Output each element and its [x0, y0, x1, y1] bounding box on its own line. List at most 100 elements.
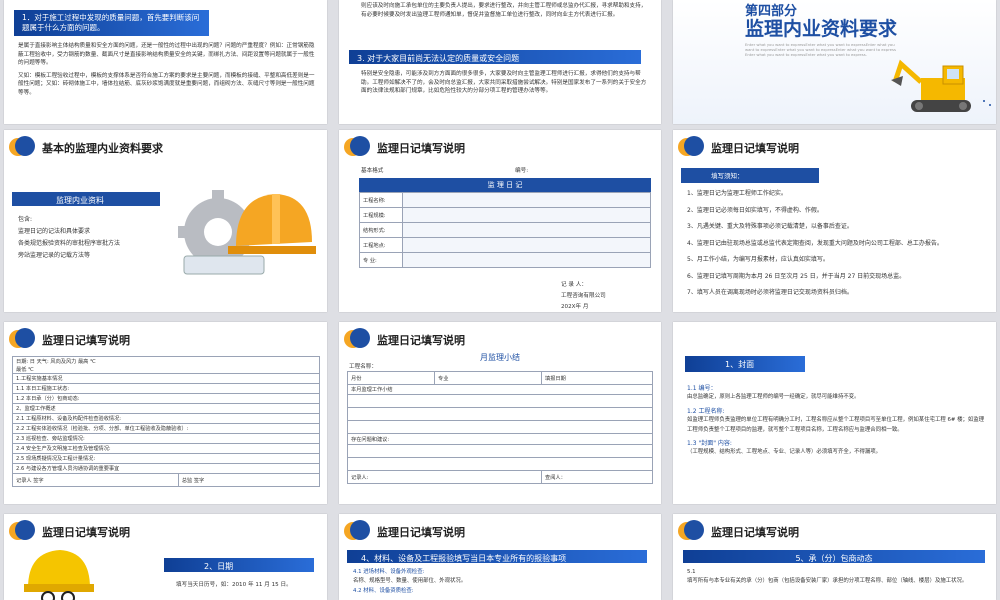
slide-thumbnail-12[interactable]: 监理日记填写说明 5、承（分）包商动态 5.1 填写所有与本专业有关的承（分）包…	[673, 514, 996, 600]
table-title: 监 理 日 记	[359, 178, 651, 192]
slide-thumbnail-7[interactable]: 监理日记填写说明 日期: 日 天气: 风向及风力 最高 ℃ 最低 ℃ 1.工程实…	[4, 322, 327, 504]
slide-heading: 1．对于施工过程中发现的质量问题，首先要判断该问题属于什么方面的问题。	[14, 10, 209, 36]
subtitle-text: Enter what you want to expressEnter what…	[745, 42, 896, 57]
list-item: 又如：模板工程验收过程中，模板的支撑体系是否符合施工方案的要求是主要问题，而模板…	[18, 72, 315, 96]
section-bar: 4、材料、设备及工程报验填写当日本专业所有的报验事项	[347, 550, 647, 563]
list-item: 6、监理日记填写周期为本月 26 日至次月 25 日，并于当月 27 日前交现场…	[687, 272, 906, 280]
slide-title: 监理日记填写说明	[377, 142, 465, 155]
list-item: 1、监理日记为监理工程师工作纪实。	[687, 190, 787, 197]
subsection-heading: 1.3 "封面" 内容:	[687, 440, 732, 448]
list-item: 旁站监理记录的记载方法等	[18, 252, 91, 259]
monthly-summary-table: 月份 专业 填报日期 本月监理工作小结 存在问题和建议: 记录人: 查阅人：	[347, 371, 653, 484]
brand-logo-icon	[344, 136, 370, 162]
table-row: 结构形式:	[359, 222, 651, 238]
notice-pill: 填写须知：	[681, 168, 819, 183]
diary-form-table: 日期: 日 天气: 风向及风力 最高 ℃ 最低 ℃ 1.工程实施基本情况 1.1…	[12, 356, 321, 487]
table-row: 最低 ℃	[12, 365, 320, 374]
subsection-heading: 1.2 工程名称:	[687, 407, 725, 415]
slide-thumbnail-8[interactable]: 监理日记填写说明 月监理小结 工程名称： 月份 专业 填报日期 本月监理工作小结 存…	[339, 322, 661, 504]
brand-logo-icon	[678, 520, 704, 546]
section-bar: 5、承（分）包商动态	[683, 550, 985, 563]
table-row: 2.1 工程原材料、设备及构配件检查验收情况:	[12, 413, 320, 424]
subsection-text: （工程规模、结构形式、工程地点、专业、记录人等）必须填写齐全，不得漏项。	[687, 449, 882, 456]
list-item: 包含:	[18, 216, 33, 223]
brand-logo-icon	[9, 328, 35, 354]
slide-thumbnail-6[interactable]: 监理日记填写说明 填写须知： 1、监理日记为监理工程师工作纪实。 2、监理日记必…	[673, 130, 996, 312]
date-label: 202X年 月	[561, 304, 589, 310]
slide-title: 监理日记填写说明	[42, 526, 130, 539]
brand-logo-icon	[344, 520, 370, 546]
date-instruction: 填写当天日历号，如：2010 年 11 月 15 日。	[176, 582, 292, 588]
slide-title: 基本的监理内业资料要求	[42, 142, 163, 155]
slide-title: 监理日记填写说明	[42, 334, 130, 347]
table-row	[347, 420, 653, 434]
subsection-text: 填写所有与本专业有关的承（分）包商（包括设备安装厂家）承担的分项工程名称、部位（…	[687, 578, 968, 585]
gear-helmet-icon	[178, 190, 316, 275]
slide-thumbnail-9[interactable]: 1、封面 1.1 编号： 由总监确定，原则上各监理工程师的编号一经确定，就尽可能…	[673, 322, 996, 504]
table-row: 工程规模:	[359, 207, 651, 223]
slide-thumbnail-3[interactable]: 第四部分 监理内业资料要求 Enter what you want to exp…	[673, 0, 996, 124]
subsection-text: 名称、规格型号、数量、使用部位、外观状况。	[353, 578, 467, 585]
table-row: 1.2 本日承（分）包商动态:	[12, 393, 320, 404]
section-bar: 2、日期	[164, 558, 314, 572]
list-item: 7、填写人员在调离现场时必须将监理日记交现场资料员归档。	[687, 289, 853, 296]
table-title: 月监理小结	[480, 353, 520, 362]
section-bar: 1、封面	[685, 356, 805, 372]
subsection-heading: 5.1	[687, 569, 696, 575]
table-row: 工程地点:	[359, 237, 651, 253]
section-title: 监理内业资料要求	[745, 18, 898, 40]
table-row: 专 业:	[359, 252, 651, 268]
brand-logo-icon	[9, 520, 35, 546]
slide-thumbnail-5[interactable]: 监理日记填写说明 基本格式 编号: 监 理 日 记 工程名称: 工程规模: 结构…	[339, 130, 661, 312]
table-row: 日期: 日 天气: 风向及风力 最高 ℃	[12, 356, 320, 365]
table-row: 工程名称:	[359, 192, 651, 208]
subsection-heading: 4.1 进场材料、设备外观检查:	[353, 569, 425, 575]
table-row: 2.5 现场质疑情况及工程计量情况:	[12, 453, 320, 464]
table-row	[347, 407, 653, 421]
number-label: 编号:	[515, 168, 529, 174]
list-item: 3、凡遇关键、重大及特殊事项必须记载清楚，以备事后查证。	[687, 223, 853, 230]
table-row	[347, 444, 653, 458]
table-row: 2.3 巡视检查、旁站监理情况:	[12, 433, 320, 444]
slide-thumbnail-11[interactable]: 监理日记填写说明 4、材料、设备及工程报验填写当日本专业所有的报验事项 4.1 …	[339, 514, 661, 600]
table-row: 1.工程实施基本情况	[12, 373, 320, 384]
list-item: 2、监理日记必须每日如实填写，不得虚构、作假。	[687, 206, 823, 214]
list-item: 是属于直接影响主体结构质量和安全方面的问题，还是一般性的过程中出现的问题？问题的…	[18, 43, 315, 67]
brand-logo-icon	[678, 136, 704, 162]
list-item: 各类规范报验资料的审批程序审批方法	[18, 240, 121, 247]
slide-title: 监理日记填写说明	[711, 142, 799, 155]
cover-explanation: 1.1 编号： 由总监确定，原则上各监理工程师的编号一经确定，就尽可能维持不变。…	[687, 380, 987, 458]
slide-thumbnail-2[interactable]: 则应该及时向施工承包单位的主要负责人提出，要求进行整改，并向主管工程师或总监办代…	[339, 0, 661, 124]
table-row	[347, 394, 653, 408]
subsection-heading: 1.1 编号：	[687, 385, 717, 392]
subsection-heading: 4.2 材料、设备资质检查:	[353, 587, 414, 594]
table-row: 本月监理工作小结	[347, 384, 653, 395]
subsection-text: 由总监确定，原则上各监理工程师的编号一经确定，就尽可能维持不变。	[687, 394, 860, 401]
body-text: 特别是安全隐患，可能涉及到方方面面的很多很多，大家要及时向主管监理工程师进行汇报…	[361, 71, 647, 95]
project-name-label: 工程名称：	[349, 364, 377, 370]
bullet-list: 是属于直接影响主体结构质量和安全方面的问题，还是一般性的过程中出现的问题？问题的…	[18, 42, 318, 98]
table-row: 月份 专业 填报日期	[347, 371, 653, 385]
excavator-icon	[891, 59, 971, 112]
slide-thumbnail-10[interactable]: 监理日记填写说明 2、日期 填写当天日历号，如：2010 年 11 月 15 日…	[4, 514, 327, 600]
table-row: 2、监理工作概述	[12, 403, 320, 414]
body-text: 则应该及时向施工承包单位的主要负责人提出，要求进行整改，并向主管工程师或总监办代…	[361, 3, 647, 18]
brand-logo-icon	[9, 136, 35, 162]
table-row	[347, 457, 653, 471]
subsection-text: 如监理工程师负责监理的单位工程有明确分工时，工程名称应从整个工程项目写至单位工程…	[687, 417, 985, 433]
table-row: 2.2 工程实体验收情况（检验批、分项、分部、单位工程验收及隐蔽验收）:	[12, 423, 320, 434]
diary-table: 监 理 日 记 工程名称: 工程规模: 结构形式: 工程地点: 专 业:	[359, 178, 651, 268]
bullet-list: 包含: 监理日记的记法和具体要求 各类规范报验资料的审批程序审批方法 旁站监理记…	[18, 214, 178, 262]
slide-title: 监理日记填写说明	[377, 526, 465, 539]
list-item: 5、月工作小结，为编写月报素材，应认真如实填写。	[687, 256, 829, 263]
slide-thumbnail-1[interactable]: 1．对于施工过程中发现的质量问题，首先要判断该问题属于什么方面的问题。 是属于直…	[4, 0, 327, 124]
list-item: 监理日记的记法和具体要求	[18, 228, 91, 235]
table-row: 2.4 安全生产及文明施工检查及管理情况:	[12, 443, 320, 454]
table-row: 记录人 签字 总监 签字	[12, 473, 321, 487]
table-row: 存在问题和建议:	[347, 433, 653, 445]
section-bar: 监理内业资料	[12, 192, 160, 206]
table-row: 1.1 本日工程施工状态:	[12, 383, 320, 394]
contractor-text: 5.1 填写所有与本专业有关的承（分）包商（包括设备安装厂家）承担的分项工程名称…	[687, 568, 983, 587]
slide-title: 监理日记填写说明	[711, 526, 799, 539]
slide-thumbnail-4[interactable]: 基本的监理内业资料要求 监理内业资料 包含: 监理日记的记法和具体要求 各类规范…	[4, 130, 327, 312]
